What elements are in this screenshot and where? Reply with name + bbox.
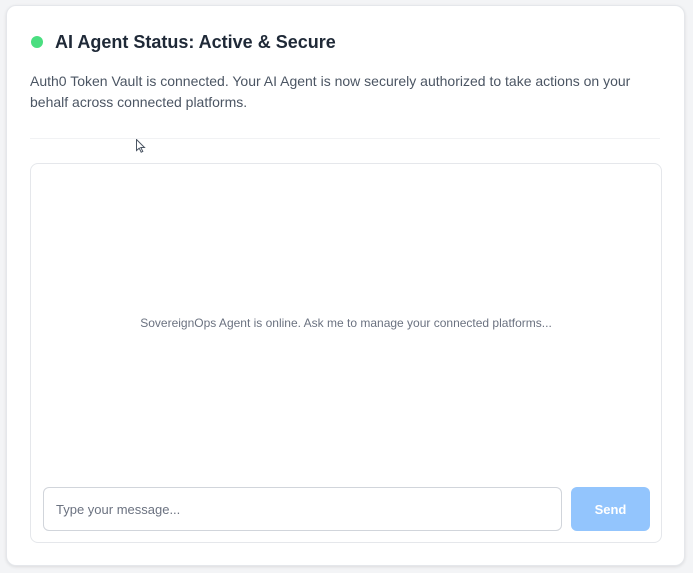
status-header: AI Agent Status: Active & Secure — [31, 32, 336, 52]
page-title: AI Agent Status: Active & Secure — [55, 32, 336, 52]
section-divider — [30, 138, 660, 139]
status-description: Auth0 Token Vault is connected. Your AI … — [30, 73, 631, 110]
chat-empty-state: SovereignOps Agent is online. Ask me to … — [140, 316, 552, 330]
mouse-cursor-icon — [136, 139, 146, 153]
message-input[interactable] — [43, 487, 562, 531]
chat-messages: SovereignOps Agent is online. Ask me to … — [31, 164, 661, 482]
status-dot-icon — [31, 36, 43, 48]
send-button[interactable]: Send — [571, 487, 650, 531]
chat-panel: SovereignOps Agent is online. Ask me to … — [30, 163, 662, 543]
chat-input-row: Send — [43, 487, 650, 531]
agent-status-card: AI Agent Status: Active & Secure Auth0 T… — [6, 5, 685, 566]
